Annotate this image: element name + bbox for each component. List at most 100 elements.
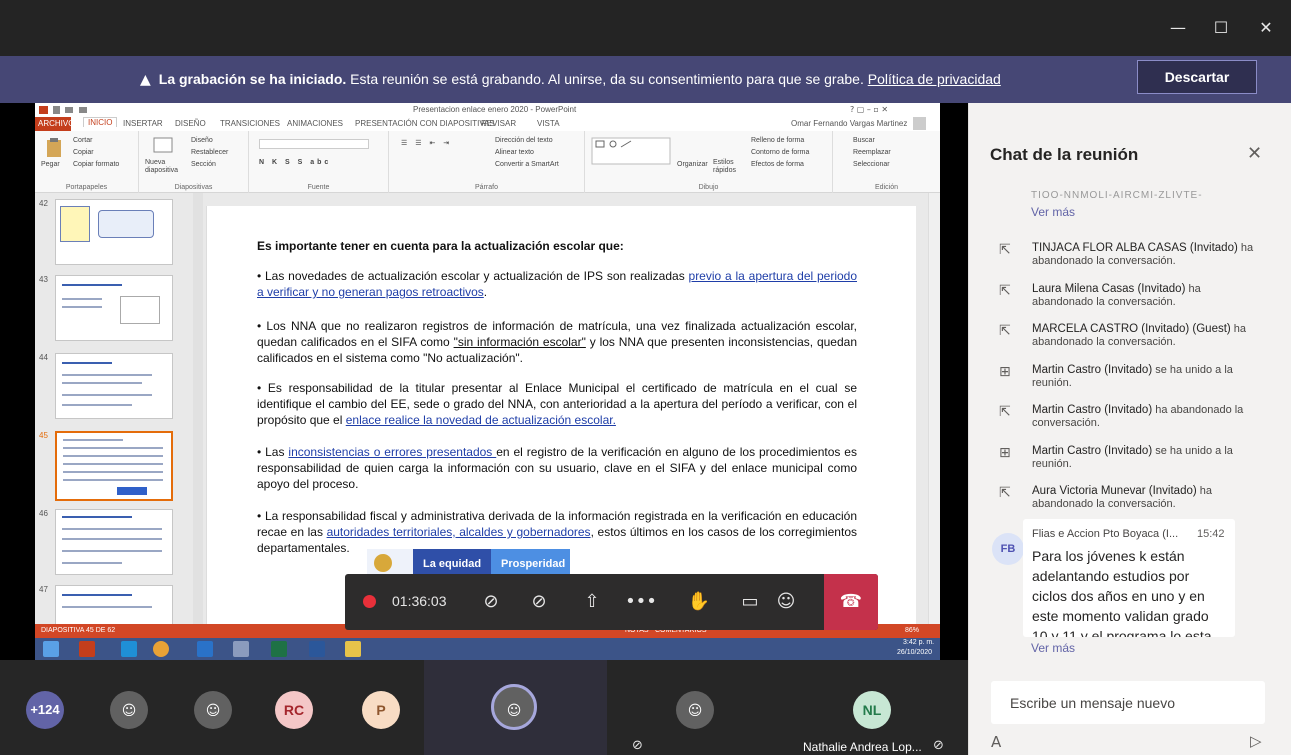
participant-avatar[interactable]: ☺: [194, 691, 232, 729]
layout-label[interactable]: Diseño: [191, 137, 213, 144]
overflow-participants[interactable]: +124: [26, 691, 64, 729]
font-name-field[interactable]: [259, 139, 369, 149]
shape-fill-label[interactable]: Relleno de forma: [751, 137, 804, 144]
arrange-label[interactable]: Organizar: [677, 161, 708, 168]
paste-icon[interactable]: [45, 137, 63, 159]
zoom-level[interactable]: 86%: [905, 627, 919, 634]
thumb-line: [62, 394, 152, 396]
tab-insertar[interactable]: INSERTAR: [123, 119, 163, 128]
paste-label[interactable]: Pegar: [41, 161, 60, 168]
group-label-clipboard: Portapapeles: [65, 184, 108, 191]
new-slide-label[interactable]: Nueva diapositiva: [145, 159, 185, 175]
folder-icon[interactable]: [345, 641, 361, 657]
active-speaker-tile[interactable]: ☺: [424, 660, 607, 755]
see-more-link[interactable]: Ver más: [1031, 205, 1075, 219]
shapes-gallery-icon[interactable]: [591, 137, 671, 165]
slide-thumbnail-selected[interactable]: [55, 431, 173, 501]
participant-avatar-rc[interactable]: RC: [275, 691, 313, 729]
chat-icon[interactable]: ▭: [730, 574, 770, 630]
chat-title: Chat de la reunión: [990, 145, 1139, 164]
word-icon[interactable]: [309, 641, 325, 657]
powerpoint-icon[interactable]: [79, 641, 95, 657]
ribbon-group-clipboard: Pegar Cortar Copiar Copiar formato Porta…: [35, 131, 139, 193]
reset-label[interactable]: Restablecer: [191, 149, 228, 156]
font-format-buttons[interactable]: N K S S abc: [259, 159, 331, 166]
chat-message[interactable]: Flias e Accion Pto Boyaca (I... 15:42 Pa…: [1023, 519, 1235, 637]
thumb-shape: [60, 206, 90, 242]
copy-label[interactable]: Copiar: [73, 149, 94, 156]
logo-right-text: Prosperidad: [501, 558, 565, 570]
thumb-line: [63, 447, 163, 449]
slide-counter: DIAPOSITIVA 45 DE 62: [41, 627, 116, 634]
cut-label[interactable]: Cortar: [73, 137, 92, 144]
maximize-icon[interactable]: ☐: [1211, 18, 1231, 38]
send-icon[interactable]: ▷: [1250, 732, 1262, 750]
tab-revisar[interactable]: REVISAR: [481, 119, 516, 128]
raise-hand-icon[interactable]: ✋: [679, 574, 719, 630]
tab-presentacion[interactable]: PRESENTACIÓN CON DIAPOSITIVAS: [355, 119, 495, 128]
clipped-message: TIOO-NNMOLI-AIRCMI-ZLIVTE-: [1031, 190, 1203, 201]
select-label[interactable]: Seleccionar: [853, 161, 890, 168]
excel-icon[interactable]: [271, 641, 287, 657]
participant-avatar[interactable]: ☺: [110, 691, 148, 729]
list-buttons[interactable]: ☰ ☰ ⇤ ⇥: [401, 139, 452, 147]
participant-avatar-nl[interactable]: NL: [853, 691, 891, 729]
tab-vista[interactable]: VISTA: [537, 119, 560, 128]
replace-label[interactable]: Reemplazar: [853, 149, 891, 156]
text-direction-label[interactable]: Dirección del texto: [495, 137, 553, 144]
slide-scrollbar[interactable]: [928, 193, 940, 624]
participant-avatar[interactable]: ☺: [676, 691, 714, 729]
find-label[interactable]: Buscar: [853, 137, 875, 144]
ppt-user-name: Omar Fernando Vargas Martinez: [791, 119, 908, 128]
tab-archivo[interactable]: ARCHIVO: [35, 117, 74, 131]
close-icon[interactable]: ✕: [1256, 18, 1276, 38]
participant-avatar-p[interactable]: P: [362, 691, 400, 729]
tab-transiciones[interactable]: TRANSICIONES: [220, 119, 280, 128]
shape-outline-label[interactable]: Contorno de forma: [751, 149, 809, 156]
smartart-label[interactable]: Convertir a SmartArt: [495, 161, 559, 168]
start-icon[interactable]: [43, 641, 59, 657]
event-tail: ha: [1185, 283, 1201, 295]
paint-icon[interactable]: [233, 641, 249, 657]
shape-effects-label[interactable]: Efectos de forma: [751, 161, 804, 168]
skype-icon[interactable]: [121, 641, 137, 657]
message-avatar[interactable]: FB: [992, 533, 1024, 565]
camera-off-icon[interactable]: ⊘: [471, 574, 511, 630]
slide-thumbnail[interactable]: [55, 275, 173, 341]
thumb-line: [62, 306, 102, 308]
share-screen-icon[interactable]: ⇧: [572, 574, 612, 630]
event-name: Laura Milena Casas (Invitado): [1032, 283, 1186, 295]
section-label[interactable]: Sección: [191, 161, 216, 168]
tab-animaciones[interactable]: ANIMACIONES: [287, 119, 343, 128]
join-icon: ⊞: [999, 445, 1011, 461]
person-icon: ☺: [687, 703, 703, 719]
thumb-line: [62, 606, 152, 608]
event-text: TINJACA FLOR ALBA CASAS (Invitado) ha aba…: [1032, 242, 1280, 268]
slide-thumbnail[interactable]: [55, 353, 173, 419]
more-options-icon[interactable]: •••: [621, 574, 661, 630]
close-icon[interactable]: ✕: [1247, 143, 1262, 164]
thumbnails-scrollbar[interactable]: [193, 193, 203, 624]
slide-thumbnail[interactable]: [55, 509, 173, 575]
hang-up-button[interactable]: ☎: [824, 574, 878, 630]
styles-label[interactable]: Estilos rápidos: [713, 159, 741, 175]
dismiss-button[interactable]: Descartar: [1137, 60, 1257, 94]
event-text: Martin Castro (Invitado) ha abandonado l…: [1032, 404, 1280, 430]
new-slide-icon[interactable]: [153, 137, 173, 153]
mic-off-icon[interactable]: ⊘: [519, 574, 559, 630]
tab-inicio[interactable]: INICIO: [83, 117, 118, 127]
copy-format-label[interactable]: Copiar formato: [73, 161, 119, 168]
privacy-policy-link[interactable]: Política de privacidad: [868, 71, 1001, 87]
ribbon-group-editing: Buscar Reemplazar Seleccionar Edición: [833, 131, 940, 193]
slide-thumbnail[interactable]: [55, 585, 173, 624]
outlook-icon[interactable]: [197, 641, 213, 657]
format-icon[interactable]: A: [991, 733, 1001, 751]
minimize-icon[interactable]: —: [1168, 18, 1188, 38]
message-compose-box[interactable]: Escribe un mensaje nuevo: [991, 681, 1265, 724]
chrome-icon[interactable]: [153, 641, 169, 657]
participants-icon[interactable]: ☺: [766, 574, 806, 630]
tab-diseno[interactable]: DISEÑO: [175, 119, 206, 128]
align-text-label[interactable]: Alinear texto: [495, 149, 534, 156]
see-more-link[interactable]: Ver más: [1031, 641, 1075, 655]
slide-thumbnail[interactable]: [55, 199, 173, 265]
